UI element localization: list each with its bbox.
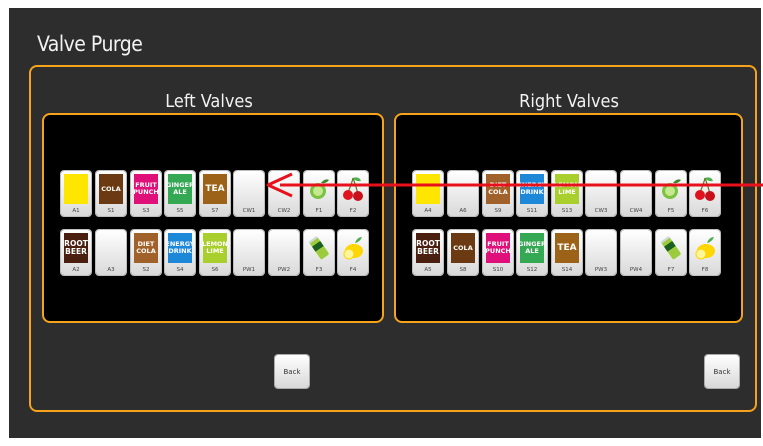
valve-pw3[interactable]: PW3 bbox=[586, 230, 616, 275]
flavor-swatch: ENERGY DRINK bbox=[168, 233, 192, 263]
valve-f7[interactable]: F7 bbox=[656, 230, 686, 275]
valve-code: S11 bbox=[526, 208, 538, 214]
valve-purge-screen: Valve Purge Left Valves Right Valves A1 C… bbox=[9, 8, 761, 438]
valve-code: CW4 bbox=[629, 208, 643, 214]
valve-s13[interactable]: LEMON LIME S13 bbox=[552, 171, 582, 216]
valve-s2[interactable]: DIET COLA S2 bbox=[131, 230, 161, 275]
valve-code: F4 bbox=[349, 267, 357, 273]
valve-code: F2 bbox=[349, 208, 357, 214]
valve-code: A3 bbox=[107, 267, 115, 273]
valve-code: F8 bbox=[701, 267, 709, 273]
flavor-swatch: FRUIT PUNCH bbox=[134, 174, 158, 204]
valve-code: A4 bbox=[424, 208, 432, 214]
valve-f1[interactable]: F1 bbox=[304, 171, 334, 216]
flavor-swatch: ENERGY DRINK bbox=[520, 174, 544, 204]
flavor-swatch: COLA bbox=[451, 233, 475, 263]
valve-a4[interactable]: A4 bbox=[413, 171, 443, 216]
flavor-swatch: DIET COLA bbox=[486, 174, 510, 204]
valve-s10[interactable]: FRUIT PUNCH S10 bbox=[483, 230, 513, 275]
flavor-swatch: LEMON LIME bbox=[203, 233, 227, 263]
valve-cw2[interactable]: CW2 bbox=[269, 171, 299, 216]
flavor-swatch: FRUIT PUNCH bbox=[486, 233, 510, 263]
valve-s7[interactable]: TEA S7 bbox=[200, 171, 230, 216]
valve-code: S7 bbox=[211, 208, 219, 214]
valve-s11[interactable]: ENERGY DRINK S11 bbox=[517, 171, 547, 216]
valve-s4[interactable]: ENERGY DRINK S4 bbox=[165, 230, 195, 275]
valve-code: CW3 bbox=[594, 208, 608, 214]
right-valves-panel: A4 A6 DIET COLA S9 ENERGY DRINK S11 LEMON LIME… bbox=[394, 113, 743, 323]
valve-code: S13 bbox=[561, 208, 573, 214]
flavor-swatch: LEMON LIME bbox=[555, 174, 579, 204]
valve-cw4[interactable]: CW4 bbox=[621, 171, 651, 216]
left-valves-panel: A1 COLA S1 FRUIT PUNCH S3 GINGER ALE S5 TEA S7 CW… bbox=[42, 113, 384, 323]
flavor-swatch: GINGER ALE bbox=[520, 233, 544, 263]
valve-f3[interactable]: F3 bbox=[304, 230, 334, 275]
valve-s1[interactable]: COLA S1 bbox=[96, 171, 126, 216]
valve-s14[interactable]: TEA S14 bbox=[552, 230, 582, 275]
valve-code: A5 bbox=[424, 267, 432, 273]
valve-code: S9 bbox=[494, 208, 502, 214]
valve-code: PW4 bbox=[629, 267, 643, 273]
valve-s9[interactable]: DIET COLA S9 bbox=[483, 171, 513, 216]
valve-code: PW1 bbox=[242, 267, 256, 273]
valve-f6[interactable]: F6 bbox=[690, 171, 720, 216]
valve-s3[interactable]: FRUIT PUNCH S3 bbox=[131, 171, 161, 216]
valve-a1[interactable]: A1 bbox=[61, 171, 91, 216]
valve-code: A1 bbox=[72, 208, 80, 214]
valve-code: S4 bbox=[176, 267, 184, 273]
valve-code: S10 bbox=[492, 267, 504, 273]
valve-f8[interactable]: F8 bbox=[690, 230, 720, 275]
valve-code: PW3 bbox=[594, 267, 608, 273]
flavor-swatch: DIET COLA bbox=[134, 233, 158, 263]
flavor-swatch: TEA bbox=[203, 174, 227, 204]
valve-code: S14 bbox=[561, 267, 573, 273]
valve-code: F1 bbox=[315, 208, 323, 214]
valve-code: S2 bbox=[142, 267, 150, 273]
flavor-swatch: ROOT BEER bbox=[64, 233, 88, 263]
valve-code: F7 bbox=[667, 267, 675, 273]
flavor-swatch bbox=[64, 174, 88, 204]
valve-code: S1 bbox=[107, 208, 115, 214]
valve-code: F5 bbox=[667, 208, 675, 214]
valve-code: CW2 bbox=[277, 208, 291, 214]
valve-f5[interactable]: F5 bbox=[656, 171, 686, 216]
valve-code: A2 bbox=[72, 267, 80, 273]
valve-cw1[interactable]: CW1 bbox=[234, 171, 264, 216]
valve-pw1[interactable]: PW1 bbox=[234, 230, 264, 275]
valve-s5[interactable]: GINGER ALE S5 bbox=[165, 171, 195, 216]
valve-a2[interactable]: ROOT BEER A2 bbox=[61, 230, 91, 275]
valve-code: S5 bbox=[176, 208, 184, 214]
flavor-swatch: ROOT BEER bbox=[416, 233, 440, 263]
back-button-right[interactable]: Back bbox=[705, 355, 739, 388]
valve-code: S3 bbox=[142, 208, 150, 214]
valve-a5[interactable]: ROOT BEER A5 bbox=[413, 230, 443, 275]
flavor-swatch bbox=[416, 174, 440, 204]
valve-f4[interactable]: F4 bbox=[338, 230, 368, 275]
flavor-swatch: COLA bbox=[99, 174, 123, 204]
valve-f2[interactable]: F2 bbox=[338, 171, 368, 216]
valve-code: CW1 bbox=[242, 208, 256, 214]
valve-pw2[interactable]: PW2 bbox=[269, 230, 299, 275]
valve-cw3[interactable]: CW3 bbox=[586, 171, 616, 216]
flavor-swatch: TEA bbox=[555, 233, 579, 263]
left-valves-title: Left Valves bbox=[165, 91, 253, 112]
valve-pw4[interactable]: PW4 bbox=[621, 230, 651, 275]
valve-s12[interactable]: GINGER ALE S12 bbox=[517, 230, 547, 275]
valve-code: S6 bbox=[211, 267, 219, 273]
valve-s8[interactable]: COLA S8 bbox=[448, 230, 478, 275]
back-button-left[interactable]: Back bbox=[275, 355, 309, 388]
valve-code: S12 bbox=[526, 267, 538, 273]
valve-s6[interactable]: LEMON LIME S6 bbox=[200, 230, 230, 275]
page-title: Valve Purge bbox=[37, 32, 143, 56]
right-valves-title: Right Valves bbox=[519, 91, 619, 112]
valve-a6[interactable]: A6 bbox=[448, 171, 478, 216]
valve-code: S8 bbox=[459, 267, 467, 273]
valve-code: F3 bbox=[315, 267, 323, 273]
valve-a3[interactable]: A3 bbox=[96, 230, 126, 275]
valve-code: F6 bbox=[701, 208, 709, 214]
flavor-swatch: GINGER ALE bbox=[168, 174, 192, 204]
valve-code: A6 bbox=[459, 208, 467, 214]
valve-code: PW2 bbox=[277, 267, 291, 273]
